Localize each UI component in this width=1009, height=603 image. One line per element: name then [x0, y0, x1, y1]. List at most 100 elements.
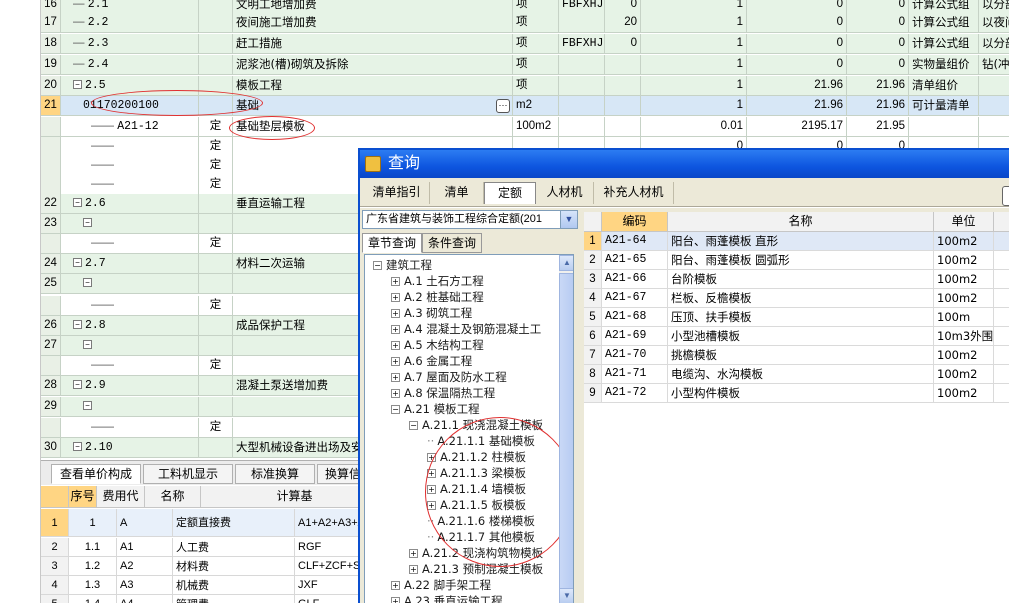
tab-bottom-2[interactable]: 标准换算: [235, 464, 315, 484]
result-code[interactable]: A21-65: [602, 251, 668, 270]
expand-icon[interactable]: +: [391, 597, 400, 603]
scroll-down-icon[interactable]: ▼: [559, 588, 573, 603]
tree-code-cell[interactable]: ——: [61, 175, 199, 195]
table-row[interactable]: —— A21-12 定基础垫层模板 100m2 0.01 2195.17 21.95: [41, 117, 1009, 137]
collapse-toggle-icon[interactable]: −: [73, 380, 82, 390]
item-name[interactable]: 基础: [233, 96, 513, 116]
tab-material[interactable]: 人材机: [536, 182, 594, 204]
tree-code-cell[interactable]: −2.10: [61, 438, 199, 458]
tree-node[interactable]: + A.6 金属工程: [391, 353, 472, 369]
tree-code-cell[interactable]: ——: [61, 137, 199, 157]
result-code[interactable]: A21-72: [602, 384, 668, 403]
cell-seq[interactable]: 1.1: [69, 538, 117, 557]
item-name[interactable]: 泥浆池(槽)砌筑及拆除: [233, 55, 513, 75]
result-unit[interactable]: 100m2: [934, 346, 994, 365]
result-name[interactable]: 挑檐模板: [668, 346, 934, 365]
collapse-toggle-icon[interactable]: −: [83, 278, 92, 288]
tab-bottom-0[interactable]: 查看单价构成: [51, 464, 141, 484]
table-row[interactable]: 18— 2.3赶工措施项FBFXHJ0100计算公式组以分部分项工: [41, 34, 1009, 54]
col-header[interactable]: 单位: [934, 212, 994, 232]
item-name[interactable]: 夜间施工增加费: [233, 13, 513, 33]
result-unit[interactable]: 100m2: [934, 384, 994, 403]
expand-icon[interactable]: +: [391, 357, 400, 366]
expand-icon[interactable]: +: [409, 565, 418, 574]
tree-code-cell[interactable]: −2.7: [61, 254, 199, 274]
expand-icon[interactable]: +: [391, 373, 400, 382]
tab-quota[interactable]: 定额: [484, 182, 536, 204]
tree-code-cell[interactable]: −: [61, 336, 199, 356]
col-header[interactable]: 计算基: [201, 486, 361, 508]
col-header[interactable]: 序号: [69, 486, 97, 508]
cell-seq[interactable]: 1.4: [69, 595, 117, 603]
cell-calc[interactable]: GLF: [295, 595, 361, 603]
result-code[interactable]: A21-68: [602, 308, 668, 327]
tree-code-cell[interactable]: — 2.4: [61, 55, 199, 75]
result-name[interactable]: 压顶、扶手模板: [668, 308, 934, 327]
subtab-condition[interactable]: 条件查询: [422, 233, 482, 253]
result-unit[interactable]: 100m2: [934, 365, 994, 384]
result-unit[interactable]: 100m2: [934, 232, 994, 251]
tree-code-cell[interactable]: — 2.2: [61, 13, 199, 33]
tree-node[interactable]: − 建筑工程: [373, 257, 432, 273]
result-unit[interactable]: 100m2: [934, 270, 994, 289]
tree-code-cell[interactable]: — 2.3: [61, 34, 199, 54]
cell-seq[interactable]: 1.2: [69, 557, 117, 576]
chevron-down-icon[interactable]: ▼: [560, 211, 577, 228]
cell-name[interactable]: 机械费: [173, 576, 295, 595]
tree-node[interactable]: + A.2 桩基础工程: [391, 289, 484, 305]
tree-code-cell[interactable]: ——: [61, 418, 199, 438]
cell-name[interactable]: 人工费: [173, 538, 295, 557]
result-code[interactable]: A21-69: [602, 327, 668, 346]
tree-node[interactable]: + A.3 砌筑工程: [391, 305, 472, 321]
table-row[interactable]: 19— 2.4泥浆池(槽)砌筑及拆除项100实物量组价钻(冲)孔桩、: [41, 55, 1009, 75]
col-header[interactable]: 编码: [602, 212, 668, 232]
collapse-toggle-icon[interactable]: −: [83, 340, 92, 350]
cell-name[interactable]: 管理费: [173, 595, 295, 603]
tab-supplement[interactable]: 补充人材机: [594, 182, 674, 204]
tree-node[interactable]: + A.8 保温隔热工程: [391, 385, 495, 401]
collapse-toggle-icon[interactable]: −: [73, 442, 82, 452]
collapse-toggle-icon[interactable]: −: [73, 320, 82, 330]
col-header[interactable]: 名称: [145, 486, 201, 508]
collapse-icon[interactable]: −: [373, 261, 382, 270]
result-name[interactable]: 阳台、雨蓬模板 圆弧形: [668, 251, 934, 270]
tree-code-cell[interactable]: −2.6: [61, 194, 199, 214]
collapse-toggle-icon[interactable]: −: [73, 80, 82, 90]
cell-name[interactable]: 定额直接费: [173, 509, 295, 537]
result-name[interactable]: 电缆沟、水沟模板: [668, 365, 934, 384]
expand-icon[interactable]: +: [391, 293, 400, 302]
result-name[interactable]: 台阶模板: [668, 270, 934, 289]
tree-code-cell[interactable]: —— A21-12: [61, 117, 199, 137]
quota-result-grid[interactable]: 编码 名称 单位 1 A21-64 阳台、雨蓬模板 直形 100m2 2 A21-65 阳台、雨蓬…: [584, 212, 1009, 603]
item-name[interactable]: 赶工措施: [233, 34, 513, 54]
result-code[interactable]: A21-67: [602, 289, 668, 308]
tree-code-cell[interactable]: −: [61, 274, 199, 294]
cell-calc[interactable]: JXF: [295, 576, 361, 595]
tree-code-cell[interactable]: ——: [61, 296, 199, 316]
tree-code-cell[interactable]: ——: [61, 234, 199, 254]
col-header[interactable]: 费用代号: [97, 486, 145, 524]
expand-icon[interactable]: +: [391, 341, 400, 350]
tree-node[interactable]: − A.21 模板工程: [391, 401, 480, 417]
result-unit[interactable]: 100m2: [934, 289, 994, 308]
expand-icon[interactable]: +: [391, 389, 400, 398]
collapse-icon[interactable]: −: [391, 405, 400, 414]
result-name[interactable]: 阳台、雨蓬模板 直形: [668, 232, 934, 251]
cell-name[interactable]: 材料费: [173, 557, 295, 576]
expand-icon[interactable]: +: [391, 581, 400, 590]
tree-code-cell[interactable]: −: [61, 397, 199, 417]
tree-code-cell[interactable]: −2.9: [61, 376, 199, 396]
result-code[interactable]: A21-66: [602, 270, 668, 289]
tree-code-cell[interactable]: −2.8: [61, 316, 199, 336]
result-name[interactable]: 小型构件模板: [668, 384, 934, 403]
result-code[interactable]: A21-70: [602, 346, 668, 365]
collapse-toggle-icon[interactable]: −: [73, 258, 82, 268]
result-unit[interactable]: 100m: [934, 308, 994, 327]
cell-seq[interactable]: 1.3: [69, 576, 117, 595]
cell-code[interactable]: A4: [117, 595, 173, 603]
tree-node[interactable]: + A.7 屋面及防水工程: [391, 369, 507, 385]
scroll-up-icon[interactable]: ▲: [559, 255, 573, 271]
cell-code[interactable]: A1: [117, 538, 173, 557]
tab-bottom-3[interactable]: 换算信息: [317, 464, 361, 484]
result-code[interactable]: A21-64: [602, 232, 668, 251]
